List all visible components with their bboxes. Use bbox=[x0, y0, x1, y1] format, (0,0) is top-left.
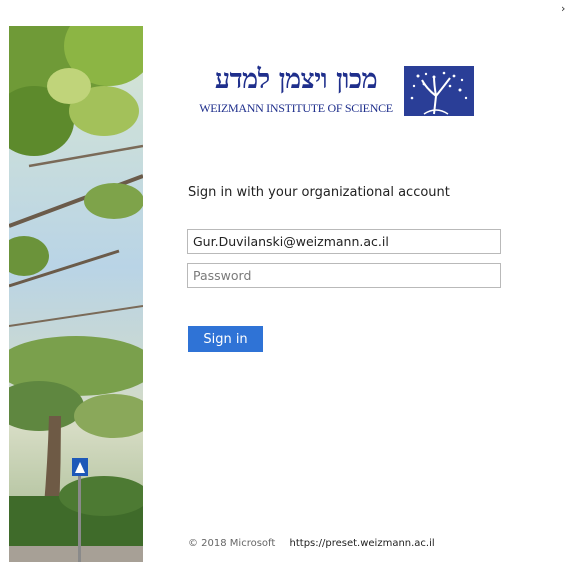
copyright-text: © 2018 Microsoft bbox=[188, 538, 276, 549]
close-icon[interactable]: › bbox=[561, 3, 565, 15]
logo-hebrew-wordmark: מכון ויצמן למדע bbox=[214, 64, 378, 95]
campus-illustration bbox=[9, 26, 143, 562]
logo-english-wordmark: WEIZMANN INSTITUTE OF SCIENCE bbox=[199, 101, 393, 115]
username-input[interactable] bbox=[187, 229, 501, 254]
footer-link[interactable]: https://preset.weizmann.ac.il bbox=[290, 538, 435, 549]
signin-heading: Sign in with your organizational account bbox=[188, 185, 450, 200]
signin-button[interactable]: Sign in bbox=[188, 326, 263, 352]
footer: © 2018 Microsoft https://preset.weizmann… bbox=[188, 538, 435, 549]
password-input[interactable] bbox=[187, 263, 501, 288]
logo-emblem-icon bbox=[404, 66, 474, 116]
weizmann-logo: מכון ויצמן למדע WEIZMANN INSTITUTE OF SC… bbox=[190, 60, 480, 120]
